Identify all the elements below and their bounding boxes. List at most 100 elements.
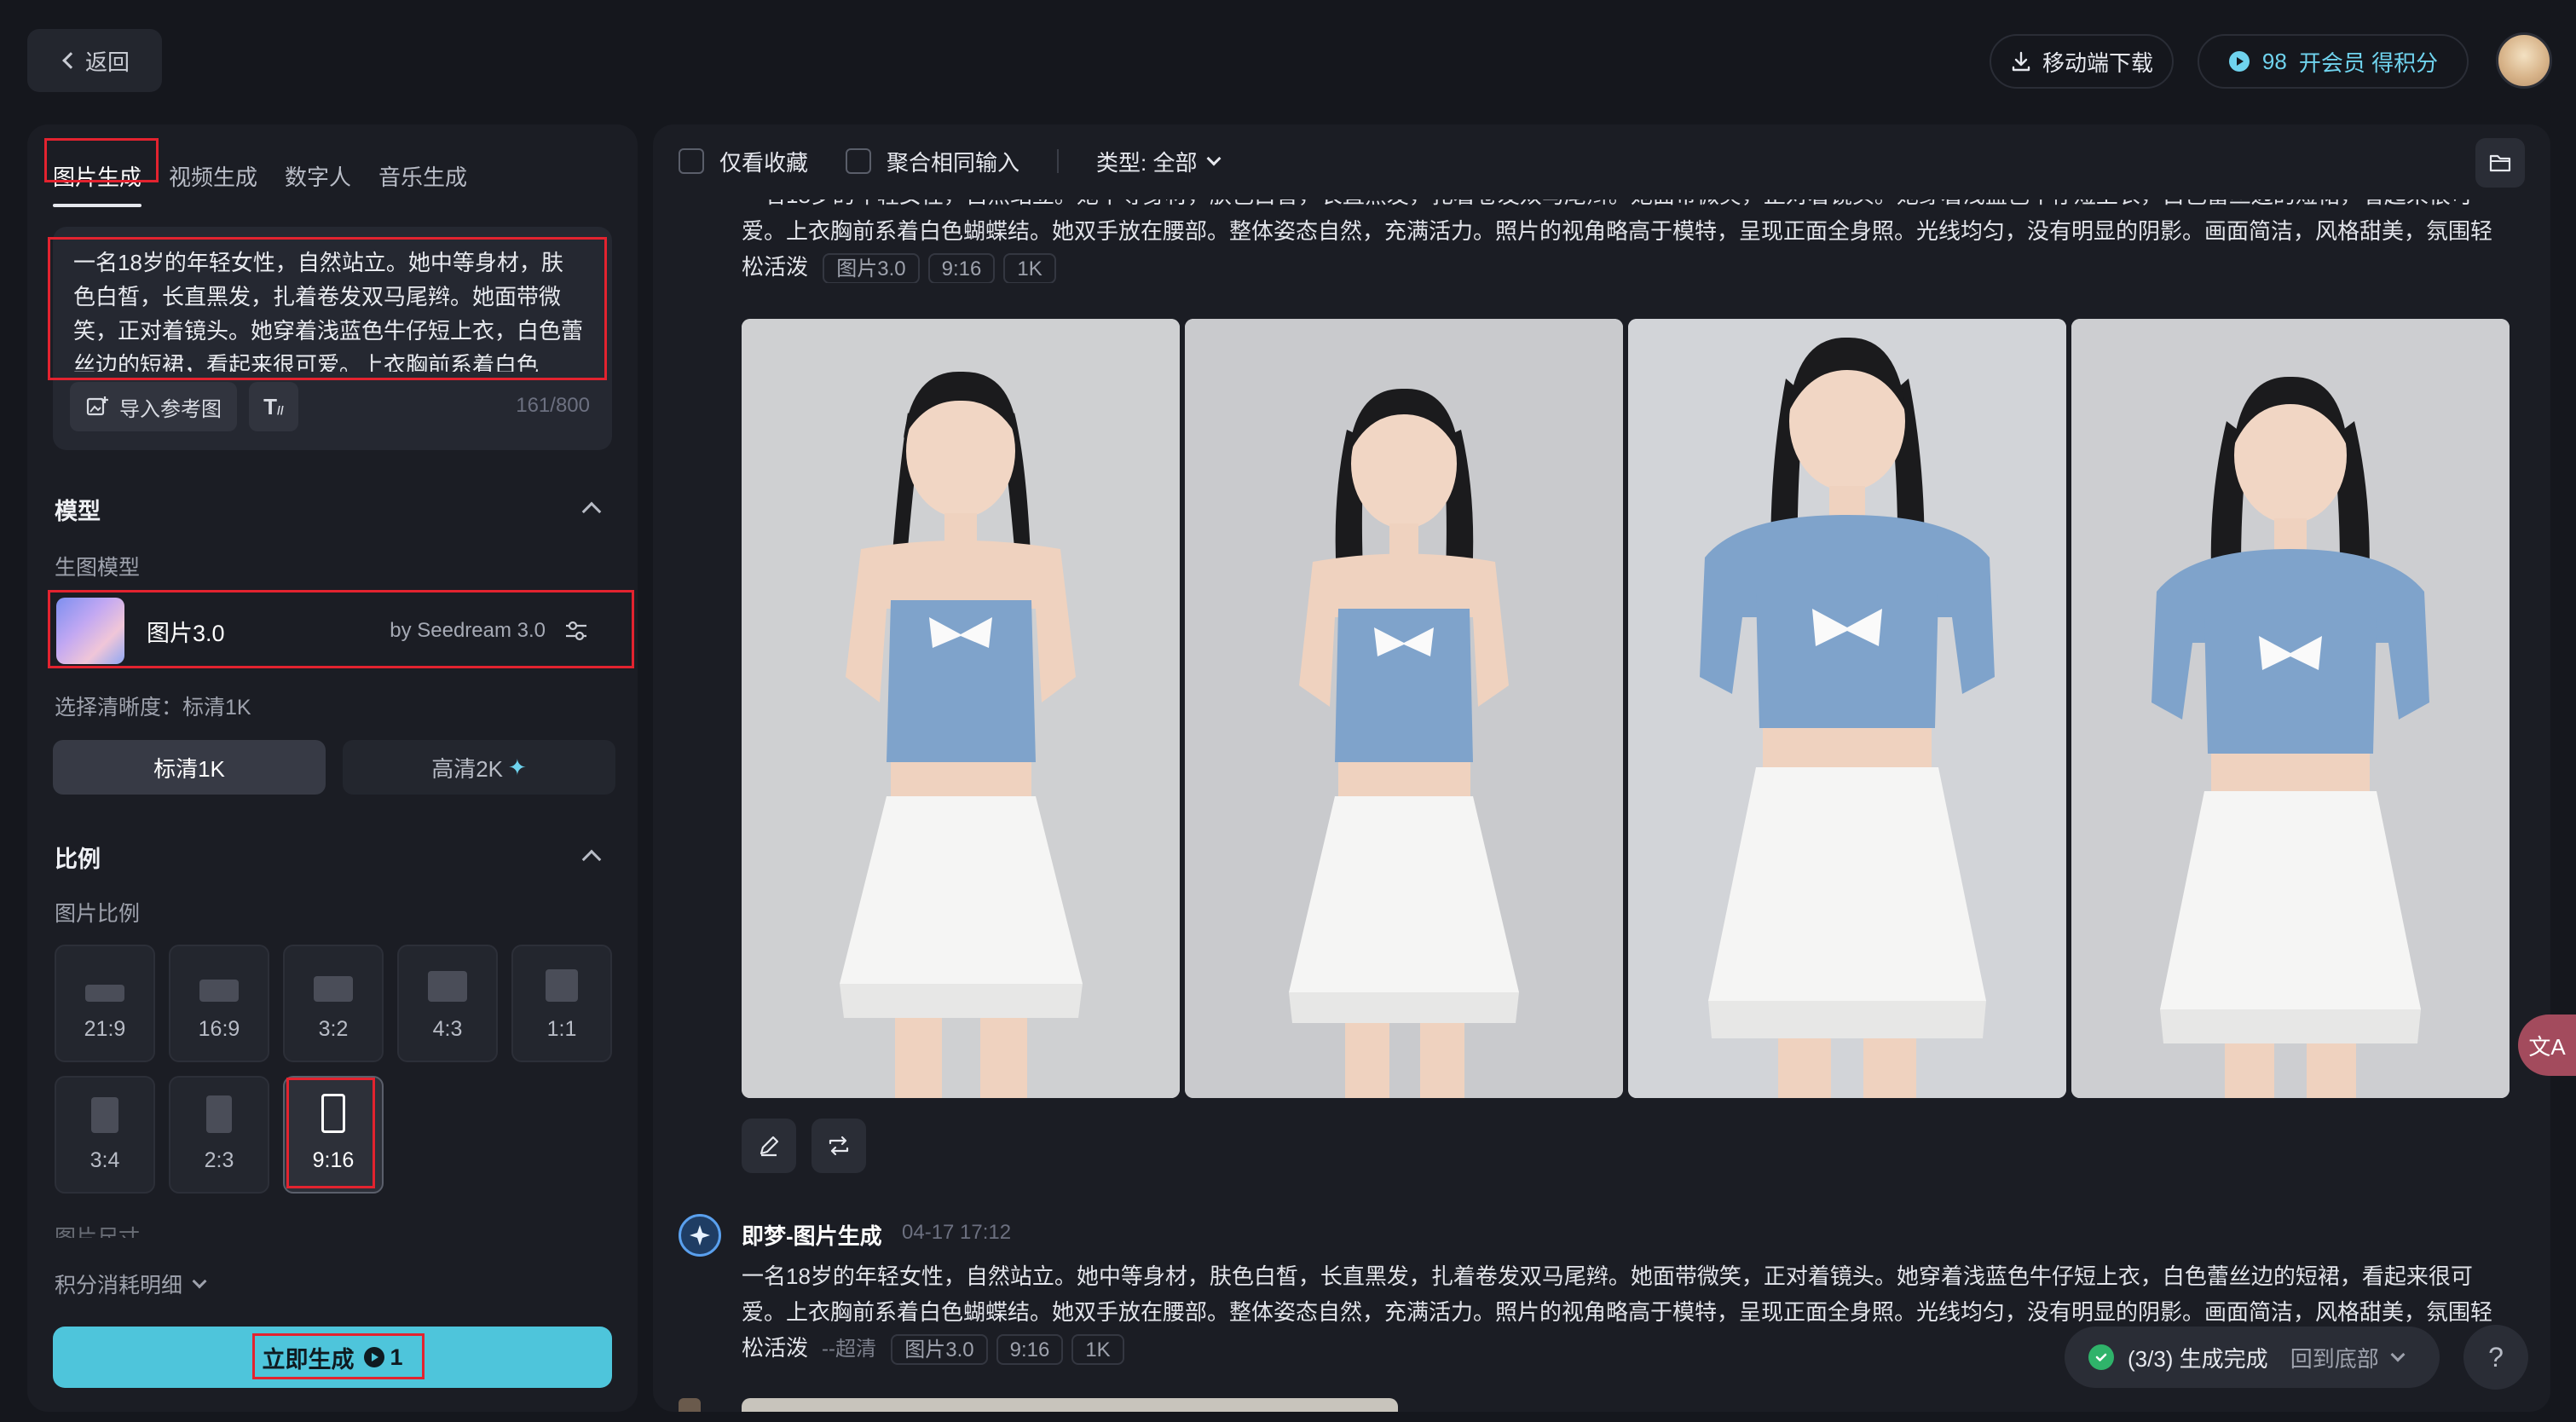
tab-label: 图片生成: [53, 165, 142, 190]
translate-icon: 文A: [2528, 1033, 2566, 1060]
points-membership-button[interactable]: 98 开会员 得积分: [2198, 34, 2469, 89]
generated-image[interactable]: [1185, 319, 1623, 1098]
generation-tabs: 图片生成 视频生成 数字人 音乐生成: [53, 142, 467, 207]
translate-button[interactable]: 文A: [2518, 1014, 2576, 1076]
ratio-tag: 9:16: [927, 253, 996, 283]
filter-bar: 仅看收藏 聚合相同输入 类型: 全部: [653, 124, 2550, 198]
tab-image-generation[interactable]: 图片生成: [53, 142, 142, 207]
generated-image[interactable]: [1628, 319, 2066, 1098]
filter-favorites[interactable]: 仅看收藏: [679, 146, 808, 177]
ratio-shape: [428, 971, 467, 1002]
import-reference-label: 导入参考图: [119, 397, 222, 421]
chevron-down-icon: [2390, 1347, 2406, 1362]
chevron-down-icon: [192, 1274, 207, 1289]
ratio-label: 9:16: [312, 1148, 355, 1172]
vip-label: 开会员 得积分: [2298, 49, 2439, 76]
quality-label-text: 高清2K: [431, 755, 503, 782]
ratio-option-selected[interactable]: 9:16: [283, 1076, 384, 1194]
model-thumbnail: [56, 598, 124, 664]
filter-merge-label: 聚合相同输入: [887, 149, 1020, 176]
ratio-label: 4:3: [432, 1017, 463, 1041]
ratio-option[interactable]: 21:9: [55, 945, 155, 1062]
next-image-preview[interactable]: [742, 1398, 1398, 1412]
tab-music-generation[interactable]: 音乐生成: [378, 142, 467, 207]
ratio-shape: [199, 980, 239, 1002]
back-to-bottom[interactable]: 回到底部: [2290, 1342, 2379, 1373]
ratio-tag: 9:16: [996, 1334, 1064, 1366]
ai-name: 即梦-图片生成: [742, 1223, 882, 1249]
prompt-char-counter: 161/800: [516, 394, 590, 417]
ratio-shape: [546, 969, 578, 1002]
sliders-icon[interactable]: [564, 620, 588, 642]
ratio-sub-label: 图片比例: [55, 902, 141, 926]
ratio-label: 16:9: [198, 1017, 240, 1041]
text-format-icon: T//: [263, 393, 284, 419]
prompt-input[interactable]: 一名18岁的年轻女性，自然站立。她中等身材，肤色白皙，长直黑发，扎着卷发双马尾辫…: [73, 246, 585, 372]
ratio-shape: [206, 1095, 232, 1133]
ratio-option[interactable]: 16:9: [169, 945, 269, 1062]
prompt-editor[interactable]: 一名18岁的年轻女性，自然站立。她中等身材，肤色白皙，长直黑发，扎着卷发双马尾辫…: [53, 227, 612, 450]
folder-button[interactable]: [2475, 138, 2525, 188]
download-label: 移动端下载: [2042, 49, 2153, 76]
ratio-option[interactable]: 4:3: [397, 945, 498, 1062]
chevron-down-icon: [1206, 151, 1222, 166]
quality-option-2k[interactable]: 高清2K ✦: [343, 740, 615, 795]
model-selector[interactable]: 图片3.0 by Seedream 3.0: [53, 592, 612, 670]
help-button[interactable]: ?: [2463, 1325, 2528, 1390]
ratio-shape: [85, 985, 124, 1002]
regenerate-button[interactable]: [811, 1119, 866, 1173]
generate-cost: 1: [390, 1344, 403, 1370]
repeat-icon: [829, 1136, 849, 1156]
points-detail-toggle[interactable]: 积分消耗明细: [55, 1269, 207, 1299]
user-avatar[interactable]: [2496, 32, 2552, 89]
points-icon: [364, 1347, 385, 1367]
model-tag: 图片3.0: [823, 253, 920, 283]
checkbox[interactable]: [846, 148, 872, 174]
type-filter-label: 类型: 全部: [1096, 149, 1198, 176]
generated-image[interactable]: [742, 319, 1180, 1098]
back-button[interactable]: 返回: [27, 29, 162, 92]
tab-video-generation[interactable]: 视频生成: [169, 142, 257, 207]
filter-merge-same-input[interactable]: 聚合相同输入: [846, 146, 1019, 177]
ratio-label: 1:1: [546, 1017, 577, 1041]
left-panel: 图片生成 视频生成 数字人 音乐生成 一名18岁的年轻女性，自然站立。她中等身材…: [27, 124, 638, 1412]
resolution-tag: 1K: [1003, 253, 1056, 283]
points-detail-label: 积分消耗明细: [55, 1274, 183, 1298]
type-filter-dropdown[interactable]: 类型: 全部: [1096, 146, 1222, 177]
tab-label: 音乐生成: [378, 165, 468, 190]
generated-image-art: [1185, 319, 1623, 1098]
mobile-download-button[interactable]: 移动端下载: [1990, 34, 2174, 89]
chevron-up-icon[interactable]: [581, 501, 602, 522]
ratio-label: 2:3: [204, 1148, 234, 1172]
quality-option-1k[interactable]: 标清1K: [53, 740, 326, 795]
text-style-button[interactable]: T//: [249, 382, 298, 431]
pencil-icon: [760, 1136, 779, 1157]
size-label: 图片尺寸: [55, 1226, 141, 1238]
import-reference-button[interactable]: 导入参考图: [70, 382, 237, 431]
ratio-option[interactable]: 1:1: [511, 945, 612, 1062]
chevron-up-icon[interactable]: [581, 849, 602, 870]
tab-label: 数字人: [285, 165, 352, 190]
model-section-title: 模型: [55, 499, 101, 524]
help-icon: ?: [2488, 1341, 2504, 1373]
sparkle-icon: ✦: [508, 754, 527, 780]
generated-image-art: [742, 319, 1180, 1098]
download-icon: [2012, 51, 2030, 72]
right-panel: 仅看收藏 聚合相同输入 类型: 全部 一名18岁的年轻女性，自然站立。她中等身材…: [653, 124, 2550, 1412]
ratio-shape: [321, 1094, 345, 1133]
checkbox[interactable]: [679, 148, 704, 174]
ratio-label: 3:2: [318, 1017, 349, 1041]
edit-button[interactable]: [742, 1119, 796, 1173]
tab-digital-human[interactable]: 数字人: [285, 142, 351, 207]
generate-button[interactable]: 立即生成 1: [53, 1327, 612, 1388]
ratio-option[interactable]: 3:4: [55, 1076, 155, 1194]
generation-status-toast[interactable]: (3/3) 生成完成 回到底部: [2065, 1327, 2440, 1388]
ratio-option[interactable]: 2:3: [169, 1076, 269, 1194]
model-provider: by Seedream 3.0: [390, 619, 546, 642]
model-name: 图片3.0: [147, 620, 225, 646]
image-add-icon: [86, 396, 108, 416]
check-icon: [2088, 1344, 2114, 1370]
generated-image[interactable]: [2071, 319, 2510, 1098]
model-sub-label: 生图模型: [55, 556, 141, 580]
ratio-option[interactable]: 3:2: [283, 945, 384, 1062]
